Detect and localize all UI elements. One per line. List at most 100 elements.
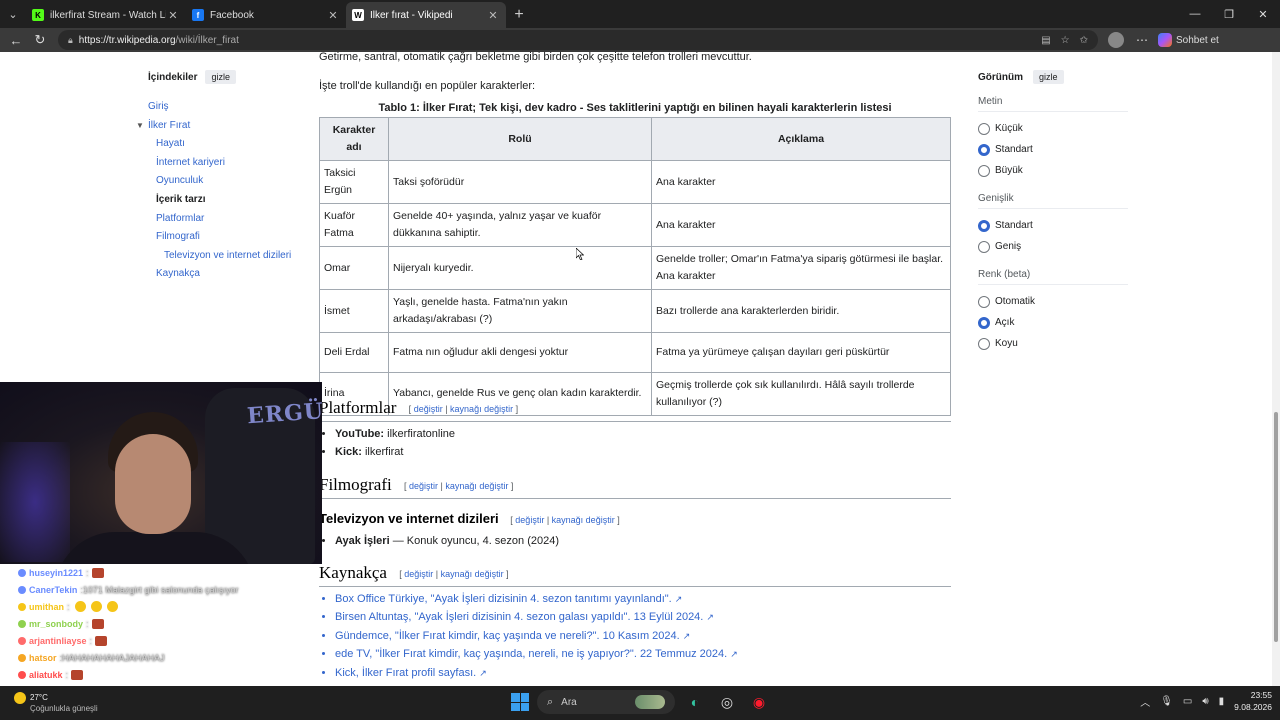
clock[interactable]: 23:55 9.08.2026 bbox=[1234, 689, 1272, 713]
radio-option[interactable]: Koyu bbox=[978, 333, 1128, 354]
reference-link[interactable]: Birsen Altuntaş, "Ayak İşleri dizisinin … bbox=[335, 611, 703, 623]
browser-tab[interactable]: f Facebook ✕ bbox=[186, 2, 346, 28]
profile-avatar[interactable] bbox=[1108, 32, 1124, 48]
reference-link[interactable]: ede TV, "İlker Fırat kimdir, kaç yaşında… bbox=[335, 648, 727, 660]
characters-table: Karakter adı Rolü Açıklama Taksici Ergün Ta… bbox=[319, 117, 951, 416]
microphone-icon[interactable]: 🎙︎ bbox=[1160, 696, 1173, 707]
edit-link[interactable]: değiştir bbox=[414, 404, 443, 414]
chat-username[interactable]: arjantinliayse bbox=[29, 636, 87, 646]
edit-source-link[interactable]: kaynağı değiştir bbox=[450, 404, 513, 414]
address-bar[interactable]: 🔒︎ https://tr.wikipedia.org/wiki/İlker_f… bbox=[58, 30, 1098, 50]
back-button[interactable]: ← bbox=[4, 33, 28, 48]
reference-link[interactable]: Gündemce, "İlker Fırat kimdir, kaç yaşın… bbox=[335, 630, 680, 642]
toc-item[interactable]: Televizyon ve internet dizileri bbox=[148, 247, 298, 266]
chat-username[interactable]: aliatukk bbox=[29, 670, 63, 680]
favorite-star-icon[interactable]: ☆ bbox=[1061, 35, 1070, 46]
radio-option[interactable]: Küçük bbox=[978, 118, 1128, 139]
radio-button[interactable] bbox=[978, 122, 990, 135]
edge-browser-icon[interactable]: ◐ bbox=[683, 690, 707, 714]
toc-item[interactable]: Filmografi bbox=[148, 228, 298, 247]
chat-username[interactable]: huseyin1221 bbox=[29, 568, 83, 578]
opera-icon[interactable]: ◉ bbox=[747, 690, 771, 714]
tab-actions-menu-button[interactable]: ⌄ bbox=[0, 0, 26, 28]
battery-icon[interactable]: ▮ bbox=[1219, 696, 1225, 707]
chat-username[interactable]: mr_sonbody bbox=[29, 619, 83, 629]
refresh-button[interactable]: ↻ bbox=[28, 32, 52, 48]
volume-icon[interactable]: 🔊︎ bbox=[1202, 696, 1208, 707]
tab-title: İlker fırat - Vikipedi bbox=[370, 9, 453, 21]
windows-start-icon[interactable] bbox=[511, 693, 529, 711]
site-info-icon[interactable]: 🔒︎ bbox=[68, 35, 73, 46]
radio-option[interactable]: Standart bbox=[978, 215, 1128, 236]
radio-button[interactable] bbox=[978, 337, 990, 350]
radio-option[interactable]: Geniş bbox=[978, 236, 1128, 257]
tab-close-icon[interactable]: ✕ bbox=[486, 9, 500, 22]
chat-username[interactable]: hatsor bbox=[29, 653, 57, 663]
edit-source-link[interactable]: kaynağı değiştir bbox=[552, 515, 615, 525]
reference-link[interactable]: Kick, İlker Fırat profil sayfası. bbox=[335, 667, 476, 679]
chat-separator: : bbox=[67, 601, 70, 612]
chat-separator: : bbox=[65, 669, 69, 680]
radio-button[interactable] bbox=[978, 316, 990, 329]
reference-link[interactable]: Box Office Türkiye, "Ayak İşleri dizisin… bbox=[335, 593, 672, 605]
radio-option[interactable]: Standart bbox=[978, 139, 1128, 160]
list-item: Ayak İşleri — Konuk oyuncu, 4. sezon (20… bbox=[335, 532, 559, 550]
toc-item-label: Platformlar bbox=[156, 212, 205, 224]
reference-item[interactable]: Kick, İlker Fırat profil sayfası.↗ bbox=[335, 664, 738, 682]
scrollbar-thumb[interactable] bbox=[1274, 412, 1278, 642]
radio-button[interactable] bbox=[978, 219, 990, 232]
weather-widget[interactable]: 27°C Çoğunlukla güneşli bbox=[14, 692, 98, 714]
chat-emote-icon bbox=[90, 601, 102, 612]
chat-username[interactable]: CanerTekin bbox=[29, 585, 77, 595]
maximize-button[interactable]: ❐ bbox=[1212, 0, 1246, 28]
display-icon[interactable]: ▭ bbox=[1183, 696, 1192, 707]
toc-item[interactable]: Platformlar bbox=[148, 210, 298, 229]
edit-source-link[interactable]: kaynağı değiştir bbox=[441, 569, 504, 579]
toc-hide-button[interactable]: gizle bbox=[205, 70, 236, 84]
favorites-icon[interactable]: ✩ bbox=[1080, 35, 1088, 46]
reference-item[interactable]: Gündemce, "İlker Fırat kimdir, kaç yaşın… bbox=[335, 627, 738, 645]
appearance-hide-button[interactable]: gizle bbox=[1033, 70, 1064, 84]
edit-link[interactable]: değiştir bbox=[409, 481, 438, 491]
toc-item[interactable]: Oyunculuk bbox=[148, 172, 298, 191]
close-window-button[interactable]: ✕ bbox=[1246, 0, 1280, 28]
edit-link[interactable]: değiştir bbox=[515, 515, 544, 525]
browser-tab[interactable]: W İlker fırat - Vikipedi ✕ bbox=[346, 2, 506, 28]
toc-item[interactable]: İçerik tarzı bbox=[148, 191, 298, 210]
toc-item[interactable]: Hayatı bbox=[148, 135, 298, 154]
radio-option[interactable]: Büyük bbox=[978, 160, 1128, 181]
clock-time: 23:55 bbox=[1250, 690, 1272, 700]
more-options-icon[interactable]: ⋯ bbox=[1136, 33, 1148, 47]
browser-toolbar: ← ↻ 🔒︎ https://tr.wikipedia.org/wiki/İlk… bbox=[0, 28, 1280, 52]
reference-item[interactable]: ede TV, "İlker Fırat kimdir, kaç yaşında… bbox=[335, 645, 738, 663]
tab-close-icon[interactable]: ✕ bbox=[326, 9, 340, 22]
heading-text: Platformlar bbox=[319, 398, 397, 417]
edit-source-link[interactable]: kaynağı değiştir bbox=[445, 481, 508, 491]
browser-tab[interactable]: Kilkerfirat Stream - Watch Live on K✕ bbox=[26, 2, 186, 28]
toc-item[interactable]: ▼ İlker Fırat bbox=[136, 117, 298, 136]
obs-icon[interactable]: ◎ bbox=[715, 690, 739, 714]
reader-mode-icon[interactable]: ▤ bbox=[1041, 35, 1050, 46]
reference-item[interactable]: Box Office Türkiye, "Ayak İşleri dizisin… bbox=[335, 590, 738, 608]
show-hidden-icons-icon[interactable]: ︿ bbox=[1140, 694, 1150, 709]
page-scrollbar[interactable] bbox=[1272, 52, 1280, 686]
radio-option[interactable]: Açık bbox=[978, 312, 1128, 333]
toc-item[interactable]: Kaynakça bbox=[148, 265, 298, 284]
new-tab-button[interactable]: + bbox=[506, 2, 532, 28]
reference-item[interactable]: Birsen Altuntaş, "Ayak İşleri dizisinin … bbox=[335, 608, 738, 626]
radio-button[interactable] bbox=[978, 295, 990, 308]
edit-link[interactable]: değiştir bbox=[404, 569, 433, 579]
copilot-button[interactable]: Sohbet et bbox=[1158, 33, 1219, 47]
radio-button[interactable] bbox=[978, 164, 990, 177]
taskbar-search[interactable]: ⌕ Ara bbox=[537, 690, 675, 714]
tab-close-icon[interactable]: ✕ bbox=[166, 9, 180, 22]
chevron-down-icon[interactable]: ▼ bbox=[136, 117, 146, 136]
chat-username[interactable]: umithan bbox=[29, 602, 64, 612]
minimize-button[interactable]: — bbox=[1178, 0, 1212, 28]
radio-option[interactable]: Otomatik bbox=[978, 291, 1128, 312]
radio-button[interactable] bbox=[978, 143, 990, 156]
toc-item[interactable]: İnternet kariyeri bbox=[148, 154, 298, 173]
radio-button[interactable] bbox=[978, 240, 990, 253]
toc-item[interactable]: Giriş bbox=[148, 98, 298, 117]
table-cell: Ana karakter bbox=[651, 160, 951, 204]
